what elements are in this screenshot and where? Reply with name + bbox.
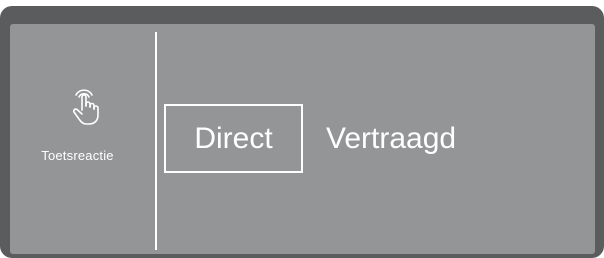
sidebar-touch-response: Toetsreactie: [10, 24, 155, 254]
option-vertraagd-label: Vertraagd: [326, 121, 457, 155]
display-bezel: Toetsreactie Direct Vertraagd: [0, 6, 604, 258]
display-screen: Toetsreactie Direct Vertraagd: [10, 24, 595, 254]
touch-hand-icon: [72, 89, 99, 125]
sidebar-label: Toetsreactie: [41, 148, 114, 163]
option-vertraagd[interactable]: Vertraagd: [324, 104, 458, 173]
option-direct[interactable]: Direct: [164, 104, 303, 173]
option-direct-label: Direct: [194, 121, 273, 155]
divider: [155, 32, 157, 250]
